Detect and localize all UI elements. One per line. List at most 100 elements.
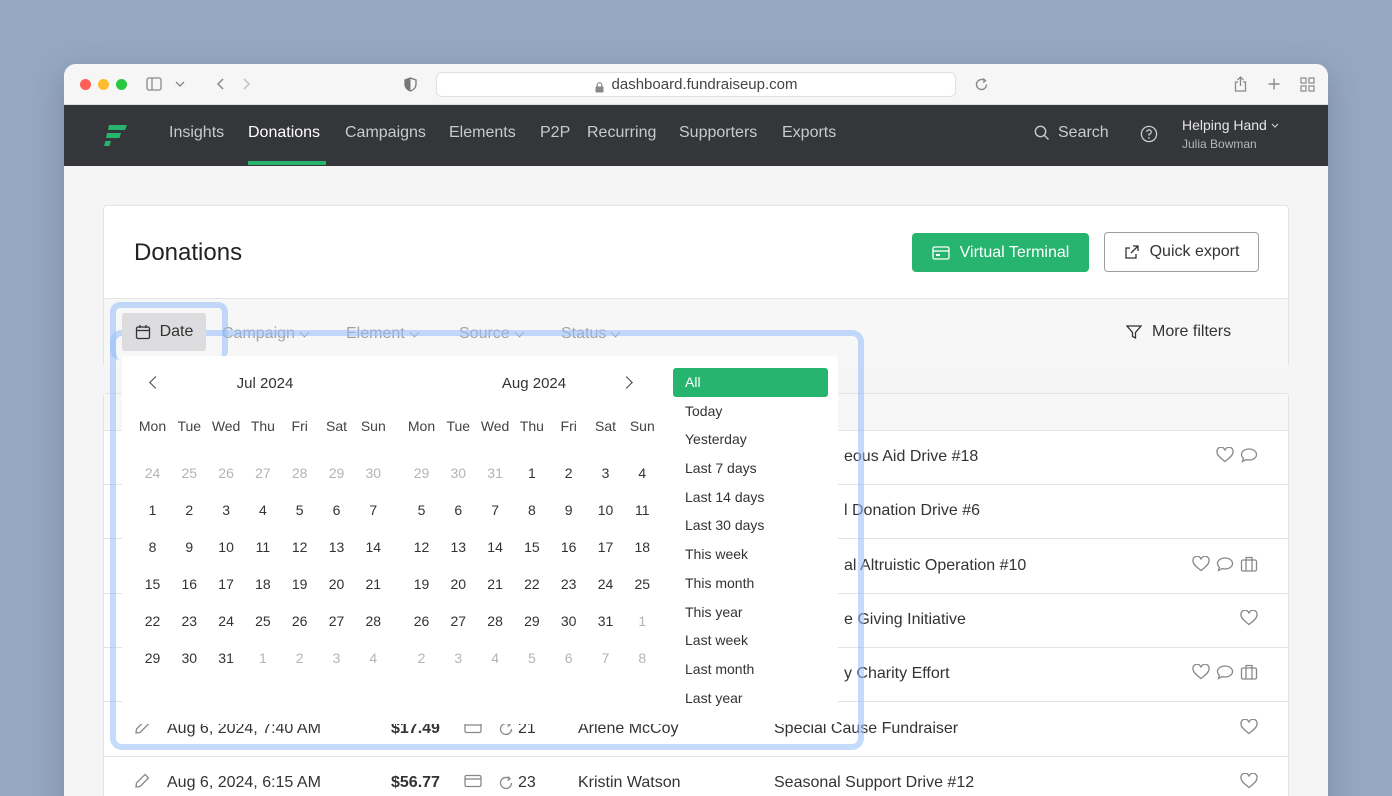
calendar-day[interactable]: 22 (134, 613, 171, 629)
calendar-day[interactable]: 8 (624, 650, 661, 666)
calendar-day[interactable]: 29 (403, 465, 440, 481)
heart-icon[interactable] (1192, 555, 1210, 577)
comment-icon[interactable] (1216, 664, 1234, 685)
calendar-day[interactable]: 15 (134, 576, 171, 592)
calendar-day[interactable]: 25 (244, 613, 281, 629)
sidebar-icon[interactable] (144, 74, 164, 94)
privacy-shield-icon[interactable] (400, 74, 420, 94)
calendar-day[interactable]: 5 (513, 650, 550, 666)
calendar-day[interactable]: 2 (171, 502, 208, 518)
calendar-day[interactable]: 23 (550, 576, 587, 592)
nav-recurring[interactable]: Recurring (587, 124, 656, 142)
calendar-day[interactable]: 18 (624, 539, 661, 555)
address-bar[interactable]: dashboard.fundraiseup.com (436, 72, 956, 97)
date-preset-option[interactable]: Last year (673, 684, 828, 713)
zoom-window-button[interactable] (116, 79, 127, 90)
calendar-day[interactable]: 6 (440, 502, 477, 518)
close-window-button[interactable] (80, 79, 91, 90)
calendar-day[interactable]: 4 (355, 650, 392, 666)
calendar-day[interactable]: 7 (355, 502, 392, 518)
calendar-day[interactable]: 29 (318, 465, 355, 481)
nav-elements[interactable]: Elements (449, 124, 516, 142)
campaign-name[interactable]: al Altruistic Operation #10 (844, 557, 1026, 575)
calendar-day[interactable]: 8 (134, 539, 171, 555)
heart-icon[interactable] (1216, 446, 1234, 468)
calendar-day[interactable]: 1 (513, 465, 550, 481)
campaign-name[interactable]: Seasonal Support Drive #12 (774, 774, 974, 792)
calendar-day[interactable]: 25 (171, 465, 208, 481)
calendar-day[interactable]: 17 (587, 539, 624, 555)
calendar-day[interactable]: 7 (587, 650, 624, 666)
date-preset-option[interactable]: Last week (673, 626, 828, 655)
calendar-day[interactable]: 5 (403, 502, 440, 518)
date-preset-option[interactable]: This week (673, 540, 828, 569)
date-preset-option[interactable]: Last 30 days (673, 511, 828, 540)
date-preset-option[interactable]: This year (673, 598, 828, 627)
nav-campaigns[interactable]: Campaigns (345, 124, 426, 142)
nav-p2p[interactable]: P2P (540, 124, 570, 142)
calendar-day[interactable]: 27 (318, 613, 355, 629)
campaign-name[interactable]: l Donation Drive #6 (844, 502, 980, 520)
calendar-day[interactable]: 29 (134, 650, 171, 666)
calendar-day[interactable]: 5 (281, 502, 318, 518)
calendar-day[interactable]: 7 (477, 502, 514, 518)
nav-supporters[interactable]: Supporters (679, 124, 757, 142)
date-preset-option[interactable]: All (673, 368, 828, 397)
calendar-day[interactable]: 24 (587, 576, 624, 592)
calendar-day[interactable]: 15 (513, 539, 550, 555)
calendar-day[interactable]: 10 (208, 539, 245, 555)
calendar-day[interactable]: 31 (208, 650, 245, 666)
calendar-day[interactable]: 20 (318, 576, 355, 592)
heart-icon[interactable] (1240, 772, 1258, 794)
tab-overview-icon[interactable] (1297, 74, 1317, 94)
comment-icon[interactable] (1240, 447, 1258, 468)
calendar-day[interactable]: 2 (550, 465, 587, 481)
date-preset-option[interactable]: Last 14 days (673, 483, 828, 512)
calendar-day[interactable]: 4 (477, 650, 514, 666)
calendar-day[interactable]: 10 (587, 502, 624, 518)
calendar-day[interactable]: 16 (550, 539, 587, 555)
calendar-day[interactable]: 4 (624, 465, 661, 481)
reload-icon[interactable] (971, 74, 991, 94)
date-preset-option[interactable]: Today (673, 397, 828, 426)
minimize-window-button[interactable] (98, 79, 109, 90)
calendar-day[interactable]: 30 (440, 465, 477, 481)
calendar-day[interactable]: 28 (355, 613, 392, 629)
calendar-day[interactable]: 19 (403, 576, 440, 592)
calendar-day[interactable]: 24 (134, 465, 171, 481)
calendar-day[interactable]: 26 (208, 465, 245, 481)
calendar-day[interactable]: 31 (587, 613, 624, 629)
calendar-day[interactable]: 28 (281, 465, 318, 481)
calendar-day[interactable]: 24 (208, 613, 245, 629)
more-filters-button[interactable]: More filters (1126, 323, 1231, 341)
calendar-day[interactable]: 9 (550, 502, 587, 518)
search-button[interactable]: Search (1034, 124, 1109, 142)
calendar-day[interactable]: 21 (355, 576, 392, 592)
calendar-day[interactable]: 26 (403, 613, 440, 629)
date-preset-option[interactable]: Last 7 days (673, 454, 828, 483)
calendar-day[interactable]: 4 (244, 502, 281, 518)
calendar-day[interactable]: 1 (134, 502, 171, 518)
calendar-day[interactable]: 30 (550, 613, 587, 629)
new-tab-icon[interactable] (1264, 74, 1284, 94)
table-row[interactable]: Aug 6, 2024, 6:15 AM $56.77 23 Kristin Wats… (104, 757, 1288, 796)
nav-exports[interactable]: Exports (782, 124, 836, 142)
calendar-day[interactable]: 3 (587, 465, 624, 481)
calendar-day[interactable]: 2 (403, 650, 440, 666)
date-preset-option[interactable]: Yesterday (673, 425, 828, 454)
date-filter-button[interactable]: Date (122, 313, 206, 351)
date-preset-option[interactable]: This month (673, 569, 828, 598)
calendar-day[interactable]: 11 (244, 539, 281, 555)
virtual-terminal-button[interactable]: Virtual Terminal (912, 233, 1089, 272)
back-icon[interactable] (211, 74, 231, 94)
calendar-day[interactable]: 31 (477, 465, 514, 481)
share-icon[interactable] (1230, 74, 1250, 94)
calendar-day[interactable]: 23 (171, 613, 208, 629)
heart-icon[interactable] (1240, 718, 1258, 740)
calendar-day[interactable]: 3 (208, 502, 245, 518)
calendar-day[interactable]: 2 (281, 650, 318, 666)
calendar-day[interactable]: 14 (355, 539, 392, 555)
calendar-day[interactable]: 6 (550, 650, 587, 666)
calendar-day[interactable]: 3 (440, 650, 477, 666)
calendar-day[interactable]: 14 (477, 539, 514, 555)
